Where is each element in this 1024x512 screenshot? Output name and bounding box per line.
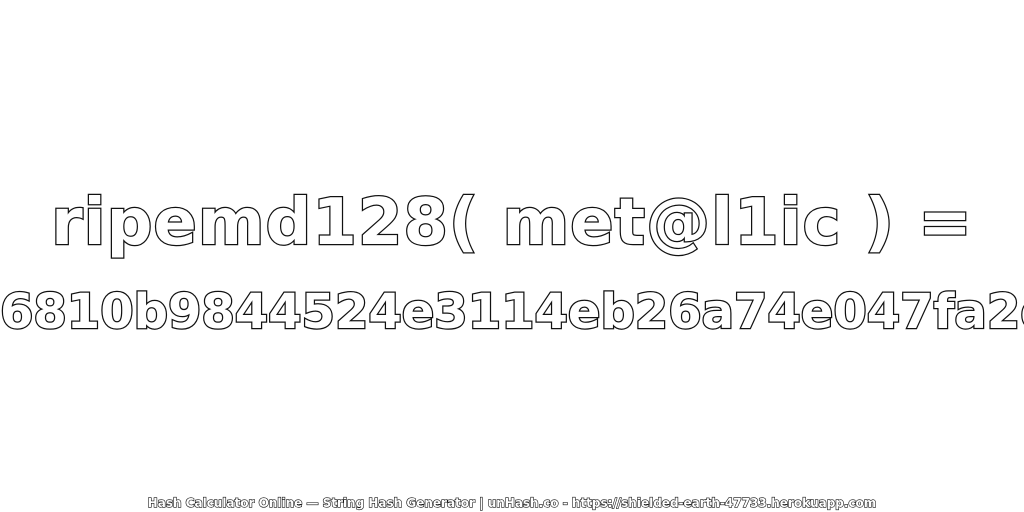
hash-expression: ripemd128( met@l1ic ) = [50, 185, 973, 262]
footer-caption: Hash Calculator Online — String Hash Gen… [147, 495, 877, 510]
hash-value: 6810b9844524e3114eb26a74e047fa2d [0, 283, 1024, 342]
hash-result-page: ripemd128( met@l1ic ) = 6810b9844524e311… [0, 0, 1024, 512]
